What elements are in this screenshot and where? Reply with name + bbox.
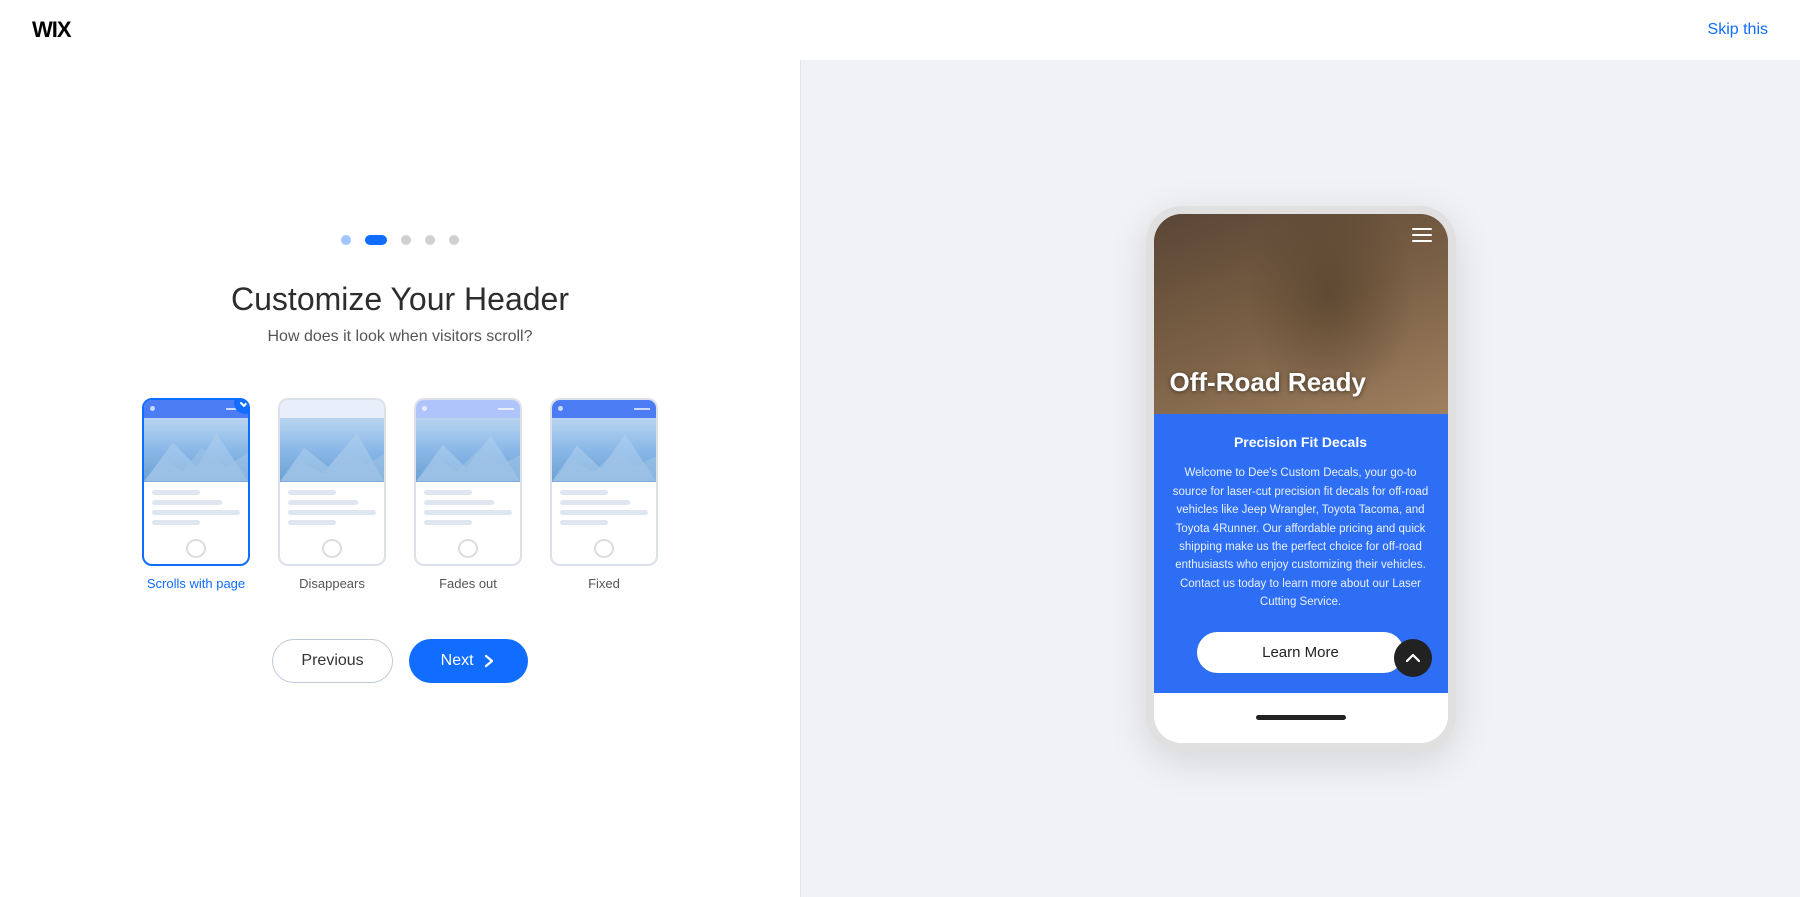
scrolls-image-area bbox=[144, 418, 248, 482]
step-dot-1 bbox=[341, 235, 351, 245]
content-line bbox=[424, 510, 512, 515]
section-title: Precision Fit Decals bbox=[1172, 434, 1430, 450]
step-dot-3 bbox=[401, 235, 411, 245]
content-line bbox=[288, 500, 358, 505]
scrolls-content bbox=[144, 482, 248, 533]
home-button bbox=[322, 539, 342, 558]
right-panel: Off-Road Ready Precision Fit Decals Welc… bbox=[801, 60, 1800, 897]
ham-line bbox=[1412, 234, 1432, 236]
fixed-content bbox=[552, 482, 656, 533]
step-dot-5 bbox=[449, 235, 459, 245]
dot-icon bbox=[150, 406, 155, 411]
content-line bbox=[560, 490, 608, 495]
scrolls-header bbox=[144, 400, 248, 418]
content-line bbox=[424, 490, 472, 495]
home-button bbox=[458, 539, 478, 558]
home-indicator bbox=[1256, 715, 1346, 720]
content-line bbox=[152, 500, 222, 505]
content-line bbox=[424, 500, 494, 505]
ham-line bbox=[1412, 228, 1432, 230]
home-button bbox=[186, 539, 206, 558]
phone-bottom-bar bbox=[1154, 693, 1448, 743]
home-button bbox=[594, 539, 614, 558]
option-frame-disappears bbox=[278, 398, 386, 566]
fades-header bbox=[416, 400, 520, 418]
ham-line bbox=[1412, 240, 1432, 242]
panel-subtitle: How does it look when visitors scroll? bbox=[268, 328, 533, 346]
fixed-image-area bbox=[552, 418, 656, 482]
left-panel: Customize Your Header How does it look w… bbox=[0, 60, 800, 897]
nav-buttons: Previous Next bbox=[272, 639, 527, 683]
option-label-disappears: Disappears bbox=[299, 576, 365, 591]
content-line bbox=[560, 510, 648, 515]
option-label-fixed: Fixed bbox=[588, 576, 620, 591]
option-frame-fixed bbox=[550, 398, 658, 566]
fades-image-area bbox=[416, 418, 520, 482]
header-options: Scrolls with page bbox=[142, 398, 658, 591]
content-line bbox=[288, 490, 336, 495]
step-dot-2 bbox=[365, 235, 387, 245]
disappears-content bbox=[280, 482, 384, 533]
chevron-up-icon bbox=[1404, 649, 1422, 667]
menu-lines-icon bbox=[498, 408, 514, 410]
content-line bbox=[288, 510, 376, 515]
option-disappears[interactable]: Disappears bbox=[278, 398, 386, 591]
body-text: Welcome to Dee's Custom Decals, your go-… bbox=[1172, 464, 1430, 611]
option-fixed[interactable]: Fixed bbox=[550, 398, 658, 591]
learn-more-button[interactable]: Learn More bbox=[1197, 632, 1403, 673]
panel-title: Customize Your Header bbox=[231, 281, 569, 318]
arrow-right-icon bbox=[482, 654, 496, 668]
phone-hero: Off-Road Ready bbox=[1154, 214, 1448, 414]
content-line bbox=[560, 500, 630, 505]
top-bar: WIX Skip this bbox=[0, 0, 1800, 60]
content-line bbox=[424, 520, 472, 525]
content-line bbox=[288, 520, 336, 525]
content-line bbox=[152, 520, 200, 525]
fades-content bbox=[416, 482, 520, 533]
option-label-scrolls: Scrolls with page bbox=[147, 576, 245, 591]
disappears-header bbox=[280, 400, 384, 418]
scroll-up-button[interactable] bbox=[1394, 639, 1432, 677]
dot-icon bbox=[558, 406, 563, 411]
content-line bbox=[560, 520, 608, 525]
menu-lines-icon bbox=[634, 408, 650, 410]
option-frame-fades bbox=[414, 398, 522, 566]
skip-button[interactable]: Skip this bbox=[1708, 21, 1768, 39]
phone-body: Precision Fit Decals Welcome to Dee's Cu… bbox=[1154, 414, 1448, 692]
previous-button[interactable]: Previous bbox=[272, 639, 392, 683]
option-scrolls[interactable]: Scrolls with page bbox=[142, 398, 250, 591]
fixed-header bbox=[552, 400, 656, 418]
next-button[interactable]: Next bbox=[409, 639, 528, 683]
disappears-image-area bbox=[280, 418, 384, 482]
wix-logo: WIX bbox=[32, 17, 71, 43]
hero-title: Off-Road Ready bbox=[1154, 351, 1448, 414]
dot-icon bbox=[422, 406, 427, 411]
phone-preview: Off-Road Ready Precision Fit Decals Welc… bbox=[1146, 206, 1456, 750]
option-frame-scrolls bbox=[142, 398, 250, 566]
option-fades[interactable]: Fades out bbox=[414, 398, 522, 591]
step-indicator bbox=[341, 235, 459, 245]
content-line bbox=[152, 490, 200, 495]
content-line bbox=[152, 510, 240, 515]
hamburger-icon bbox=[1412, 228, 1432, 242]
step-dot-4 bbox=[425, 235, 435, 245]
option-label-fades: Fades out bbox=[439, 576, 497, 591]
